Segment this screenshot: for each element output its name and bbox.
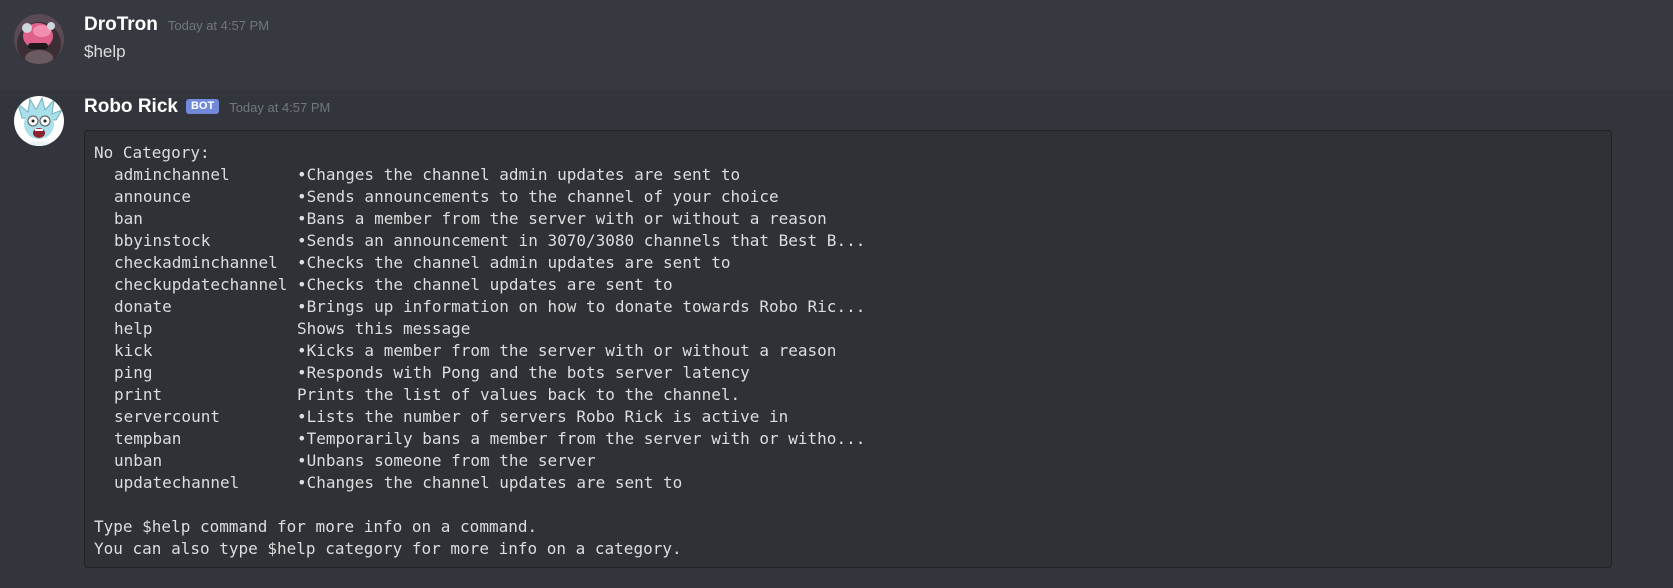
command-description: •Bans a member from the server with or w… [297,209,827,228]
command-description: •Checks the channel admin updates are se… [297,253,731,272]
command-name: checkadminchannel [114,253,278,272]
category-header: No Category: [94,143,210,162]
command-description: •Responds with Pong and the bots server … [297,363,750,382]
command-row: ping •Responds with Pong and the bots se… [94,362,1611,384]
command-description: •Sends announcements to the channel of y… [297,187,779,206]
command-row: tempban •Temporarily bans a member from … [94,428,1611,450]
command-name: print [114,385,163,404]
command-description: •Changes the channel updates are sent to [297,473,683,492]
message-header: DroTron Today at 4:57 PM [84,14,269,36]
command-description: •Kicks a member from the server with or … [297,341,837,360]
command-name: tempban [114,429,182,448]
command-description: Shows this message [297,319,471,338]
footer-line: You can also type $help category for mor… [94,539,682,558]
message-header: Robo Rick BOT Today at 4:57 PM [84,96,330,118]
command-row: donate •Brings up information on how to … [94,296,1611,318]
message-robo-rick: Robo Rick BOT Today at 4:57 PM No Catego… [0,90,1673,588]
command-row: unban •Unbans someone from the server [94,450,1611,472]
command-row: checkupdatechannel •Checks the channel u… [94,274,1611,296]
command-name: bbyinstock [114,231,211,250]
command-row: bbyinstock •Sends an announcement in 307… [94,230,1611,252]
command-row: print Prints the list of values back to … [94,384,1611,406]
robo-rick-avatar-icon[interactable] [14,96,64,146]
command-description: Prints the list of values back to the ch… [297,385,741,404]
command-row: checkadminchannel •Checks the channel ad… [94,252,1611,274]
message-content: $help [84,42,126,61]
command-description: •Brings up information on how to donate … [297,297,866,316]
timestamp[interactable]: Today at 4:57 PM [229,100,330,115]
command-description: •Temporarily bans a member from the serv… [297,429,866,448]
command-name: kick [114,341,153,360]
command-name: servercount [114,407,220,426]
command-name: adminchannel [114,165,230,184]
command-row: help Shows this message [94,318,1611,340]
command-name: checkupdatechannel [114,275,288,294]
command-description: •Lists the number of servers Robo Rick i… [297,407,789,426]
command-row: servercount •Lists the number of servers… [94,406,1611,428]
command-name: unban [114,451,163,470]
command-row: adminchannel •Changes the channel admin … [94,164,1611,186]
username[interactable]: Robo Rick [84,96,178,118]
command-name: updatechannel [114,473,240,492]
message-drotron: DroTron Today at 4:57 PM $help [0,0,1673,90]
bot-tag-badge: BOT [185,99,220,114]
command-description: •Checks the channel updates are sent to [297,275,673,294]
drotron-avatar-icon[interactable] [14,14,64,64]
command-description: •Sends an announcement in 3070/3080 chan… [297,231,866,250]
footer-line: Type $help command for more info on a co… [94,517,538,536]
command-name: help [114,319,153,338]
command-name: ping [114,363,153,382]
command-row: kick •Kicks a member from the server wit… [94,340,1611,362]
command-description: •Unbans someone from the server [297,451,596,470]
username[interactable]: DroTron [84,14,158,36]
command-description: •Changes the channel admin updates are s… [297,165,741,184]
command-name: donate [114,297,172,316]
timestamp[interactable]: Today at 4:57 PM [168,18,269,33]
command-row: announce •Sends announcements to the cha… [94,186,1611,208]
command-name: announce [114,187,192,206]
command-row: ban •Bans a member from the server with … [94,208,1611,230]
code-block: No Category: adminchannel •Changes the c… [84,130,1612,568]
command-row: updatechannel •Changes the channel updat… [94,472,1611,494]
command-name: ban [114,209,143,228]
